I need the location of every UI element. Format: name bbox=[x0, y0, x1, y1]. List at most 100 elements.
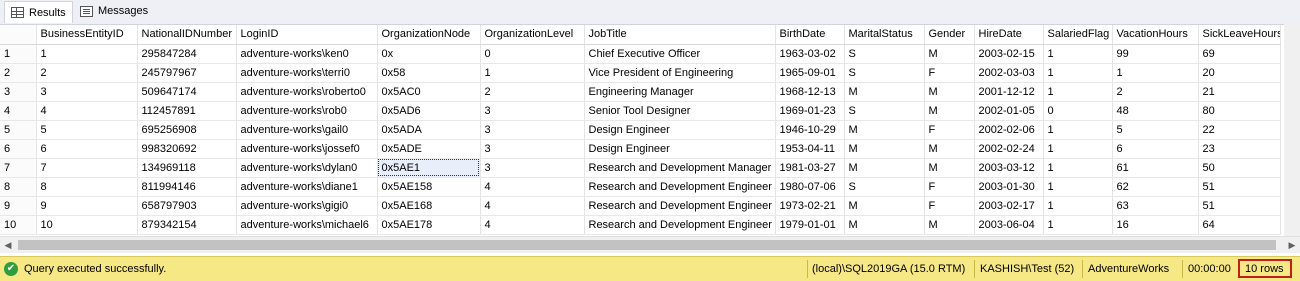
table-cell[interactable]: 4 bbox=[36, 101, 138, 121]
table-cell[interactable]: F bbox=[924, 63, 975, 83]
table-cell[interactable]: adventure-works\roberto0 bbox=[236, 82, 378, 102]
table-cell[interactable]: 2 bbox=[1112, 82, 1199, 102]
table-cell[interactable]: 1965-09-01 bbox=[775, 63, 845, 83]
table-cell[interactable]: 0x5AE158 bbox=[377, 177, 481, 197]
table-cell[interactable]: 64 bbox=[1198, 215, 1281, 235]
table-cell[interactable]: 63 bbox=[1112, 196, 1199, 216]
row-number-cell[interactable]: 3 bbox=[0, 82, 37, 102]
column-header[interactable]: MaritalStatus bbox=[844, 25, 925, 45]
table-cell[interactable]: S bbox=[844, 63, 925, 83]
table-cell[interactable]: S bbox=[844, 44, 925, 64]
horizontal-scrollbar[interactable]: ◀ ▶ bbox=[0, 236, 1300, 253]
table-cell[interactable]: 99 bbox=[1112, 44, 1199, 64]
table-cell[interactable]: adventure-works\rob0 bbox=[236, 101, 378, 121]
table-cell[interactable]: adventure-works\gail0 bbox=[236, 120, 378, 140]
table-cell[interactable]: 0x5ADA bbox=[377, 120, 481, 140]
table-row[interactable]: 2 2 245797967 adventure-works\terri0 0x58 1 Vi… bbox=[0, 63, 1281, 83]
table-cell[interactable]: 509647174 bbox=[137, 82, 237, 102]
table-cell[interactable]: 2002-01-05 bbox=[974, 101, 1044, 121]
table-cell[interactable]: 4 bbox=[480, 177, 585, 197]
table-row[interactable]: 5 5 695256908 adventure-works\gail0 0x5ADA 3 D… bbox=[0, 120, 1281, 140]
table-cell[interactable]: Senior Tool Designer bbox=[584, 101, 776, 121]
table-cell[interactable]: 0x5AC0 bbox=[377, 82, 481, 102]
table-cell[interactable]: 8 bbox=[36, 177, 138, 197]
column-header[interactable]: NationalIDNumber bbox=[137, 25, 237, 45]
table-cell[interactable]: adventure-works\michael6 bbox=[236, 215, 378, 235]
table-cell[interactable]: M bbox=[844, 120, 925, 140]
table-cell[interactable]: M bbox=[844, 215, 925, 235]
table-cell[interactable]: F bbox=[924, 177, 975, 197]
table-cell[interactable]: 811994146 bbox=[137, 177, 237, 197]
table-cell[interactable]: 0x5ADE bbox=[377, 139, 481, 159]
table-cell[interactable]: adventure-works\gigi0 bbox=[236, 196, 378, 216]
table-cell[interactable]: 51 bbox=[1198, 177, 1281, 197]
table-cell[interactable]: 1973-02-21 bbox=[775, 196, 845, 216]
table-cell[interactable]: Vice President of Engineering bbox=[584, 63, 776, 83]
column-header[interactable]: OrganizationLevel bbox=[480, 25, 585, 45]
tab-results[interactable]: Results bbox=[4, 1, 73, 23]
row-number-cell[interactable]: 2 bbox=[0, 63, 37, 83]
table-cell[interactable]: adventure-works\jossef0 bbox=[236, 139, 378, 159]
table-row[interactable]: 1 1 295847284 adventure-works\ken0 0x 0 Chief … bbox=[0, 44, 1281, 64]
table-cell[interactable]: 5 bbox=[1112, 120, 1199, 140]
table-cell[interactable]: M bbox=[924, 101, 975, 121]
table-cell[interactable]: 2003-01-30 bbox=[974, 177, 1044, 197]
table-cell[interactable]: 80 bbox=[1198, 101, 1281, 121]
row-number-cell[interactable]: 7 bbox=[0, 158, 37, 178]
table-cell[interactable]: 1981-03-27 bbox=[775, 158, 845, 178]
table-cell[interactable]: 2003-02-15 bbox=[974, 44, 1044, 64]
table-cell[interactable]: 1963-03-02 bbox=[775, 44, 845, 64]
table-cell[interactable]: 1946-10-29 bbox=[775, 120, 845, 140]
table-cell[interactable]: F bbox=[924, 196, 975, 216]
table-cell[interactable]: 22 bbox=[1198, 120, 1281, 140]
table-cell[interactable]: 0x5AD6 bbox=[377, 101, 481, 121]
table-cell[interactable]: 112457891 bbox=[137, 101, 237, 121]
row-number-cell[interactable]: 9 bbox=[0, 196, 37, 216]
table-cell[interactable]: 16 bbox=[1112, 215, 1199, 235]
table-cell[interactable]: 48 bbox=[1112, 101, 1199, 121]
table-cell[interactable]: 1 bbox=[1043, 82, 1113, 102]
column-header[interactable]: LoginID bbox=[236, 25, 378, 45]
table-cell[interactable]: 9 bbox=[36, 196, 138, 216]
table-cell[interactable]: 0 bbox=[1043, 101, 1113, 121]
table-cell[interactable]: 1 bbox=[36, 44, 138, 64]
table-cell[interactable]: 1 bbox=[1112, 63, 1199, 83]
table-cell[interactable]: 51 bbox=[1198, 196, 1281, 216]
table-cell[interactable]: Engineering Manager bbox=[584, 82, 776, 102]
table-cell[interactable]: 3 bbox=[36, 82, 138, 102]
table-cell[interactable]: 1 bbox=[480, 63, 585, 83]
table-cell[interactable]: 1 bbox=[1043, 139, 1113, 159]
column-header[interactable]: SickLeaveHours bbox=[1198, 25, 1281, 45]
table-cell[interactable]: Research and Development Engineer bbox=[584, 177, 776, 197]
row-number-header[interactable] bbox=[0, 25, 37, 45]
row-number-cell[interactable]: 5 bbox=[0, 120, 37, 140]
table-cell[interactable]: 5 bbox=[36, 120, 138, 140]
table-row[interactable]: 4 4 112457891 adventure-works\rob0 0x5AD6 3 Se… bbox=[0, 101, 1281, 121]
table-cell[interactable]: S bbox=[844, 101, 925, 121]
table-cell[interactable]: M bbox=[924, 158, 975, 178]
table-row[interactable]: 9 9 658797903 adventure-works\gigi0 0x5AE168… bbox=[0, 196, 1281, 216]
table-cell[interactable]: 0x58 bbox=[377, 63, 481, 83]
table-cell[interactable]: S bbox=[844, 177, 925, 197]
results-grid[interactable]: BusinessEntityID NationalIDNumber LoginID O… bbox=[0, 24, 1300, 253]
table-row[interactable]: 7 7 134969118 adventure-works\dylan0 0x5AE1 3… bbox=[0, 158, 1281, 178]
table-cell[interactable]: 1 bbox=[1043, 44, 1113, 64]
table-cell[interactable]: 3 bbox=[480, 120, 585, 140]
column-header[interactable]: Gender bbox=[924, 25, 975, 45]
column-header[interactable]: OrganizationNode bbox=[377, 25, 481, 45]
table-cell[interactable]: 134969118 bbox=[137, 158, 237, 178]
table-cell[interactable]: Research and Development Manager bbox=[584, 158, 776, 178]
table-cell[interactable]: M bbox=[844, 196, 925, 216]
table-cell[interactable]: 1 bbox=[1043, 196, 1113, 216]
table-cell[interactable]: 4 bbox=[480, 196, 585, 216]
table-cell[interactable]: M bbox=[924, 44, 975, 64]
table-cell[interactable]: 0 bbox=[480, 44, 585, 64]
row-number-cell[interactable]: 10 bbox=[0, 215, 37, 235]
table-cell[interactable]: 998320692 bbox=[137, 139, 237, 159]
table-cell[interactable]: F bbox=[924, 120, 975, 140]
table-cell[interactable]: 2 bbox=[480, 82, 585, 102]
table-cell[interactable]: 1979-01-01 bbox=[775, 215, 845, 235]
table-cell[interactable]: 1980-07-06 bbox=[775, 177, 845, 197]
table-cell[interactable]: 2 bbox=[36, 63, 138, 83]
table-cell[interactable]: 61 bbox=[1112, 158, 1199, 178]
